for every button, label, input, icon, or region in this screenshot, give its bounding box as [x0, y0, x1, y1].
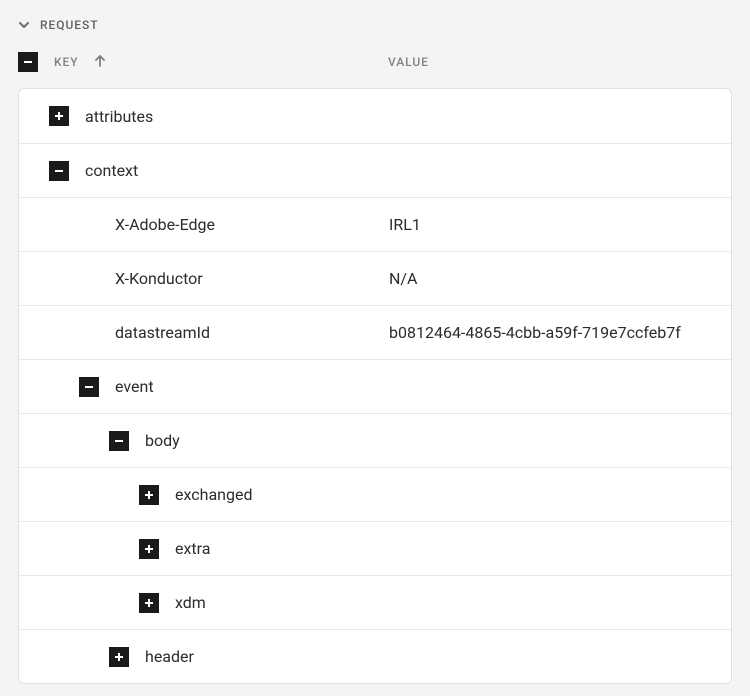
tree-row[interactable]: X-Adobe-Edge IRL1 [19, 197, 731, 251]
tree-row-key-cell: datastreamId [33, 323, 389, 343]
tree-row-key-cell: header [33, 647, 389, 667]
section-title: REQUEST [40, 18, 99, 32]
tree-row[interactable]: extra [19, 521, 731, 575]
tree-row-key: datastreamId [115, 323, 210, 342]
tree-row[interactable]: event [19, 359, 731, 413]
expand-icon[interactable] [109, 647, 129, 667]
collapse-icon[interactable] [109, 431, 129, 451]
tree-row-key: xdm [175, 593, 206, 612]
tree-row-key: X-Adobe-Edge [115, 215, 215, 234]
tree-row-value: IRL1 [389, 215, 717, 234]
tree-row-key-cell: extra [33, 539, 389, 559]
toggle-spacer [79, 215, 99, 235]
collapse-all-toggle[interactable] [18, 52, 38, 72]
tree-row-key-cell: exchanged [33, 485, 389, 505]
tree-row-key: body [145, 431, 180, 450]
tree-row-key-cell: attributes [33, 106, 389, 126]
expand-icon[interactable] [139, 485, 159, 505]
expand-icon[interactable] [49, 106, 69, 126]
tree-row-key-cell: body [33, 431, 389, 451]
tree-row-key: attributes [85, 107, 153, 126]
sort-asc-icon[interactable] [95, 55, 105, 70]
tree-row-value: b0812464-4865-4cbb-a59f-719e7ccfeb7f [389, 323, 717, 342]
column-header-row: KEY VALUE [0, 42, 750, 88]
toggle-spacer [79, 323, 99, 343]
tree-row-key-cell: X-Adobe-Edge [33, 215, 389, 235]
column-header-key[interactable]: KEY [54, 55, 79, 69]
tree-row-key-cell: X-Konductor [33, 269, 389, 289]
collapse-icon[interactable] [49, 161, 69, 181]
tree-table: attributes context X-Adobe-Edge IRL1 X-Kondu… [18, 88, 732, 684]
tree-row[interactable]: body [19, 413, 731, 467]
tree-row-key: X-Konductor [115, 269, 203, 288]
tree-row[interactable]: header [19, 629, 731, 683]
tree-row-key: event [115, 377, 154, 396]
tree-row[interactable]: attributes [19, 89, 731, 143]
tree-row[interactable]: context [19, 143, 731, 197]
tree-row[interactable]: X-Konductor N/A [19, 251, 731, 305]
tree-row[interactable]: xdm [19, 575, 731, 629]
tree-row-key-cell: event [33, 377, 389, 397]
tree-row-key: header [145, 647, 194, 666]
column-header-value[interactable]: VALUE [388, 55, 429, 69]
tree-row-value: N/A [389, 269, 717, 288]
tree-row[interactable]: exchanged [19, 467, 731, 521]
tree-row-key-cell: context [33, 161, 389, 181]
expand-icon[interactable] [139, 593, 159, 613]
chevron-down-icon[interactable] [18, 19, 30, 31]
section-header: REQUEST [0, 0, 750, 42]
toggle-spacer [79, 269, 99, 289]
tree-row-key: exchanged [175, 485, 252, 504]
collapse-icon[interactable] [79, 377, 99, 397]
tree-row-key: extra [175, 539, 210, 558]
expand-icon[interactable] [139, 539, 159, 559]
tree-row-key: context [85, 161, 138, 180]
tree-row[interactable]: datastreamId b0812464-4865-4cbb-a59f-719e… [19, 305, 731, 359]
tree-row-key-cell: xdm [33, 593, 389, 613]
